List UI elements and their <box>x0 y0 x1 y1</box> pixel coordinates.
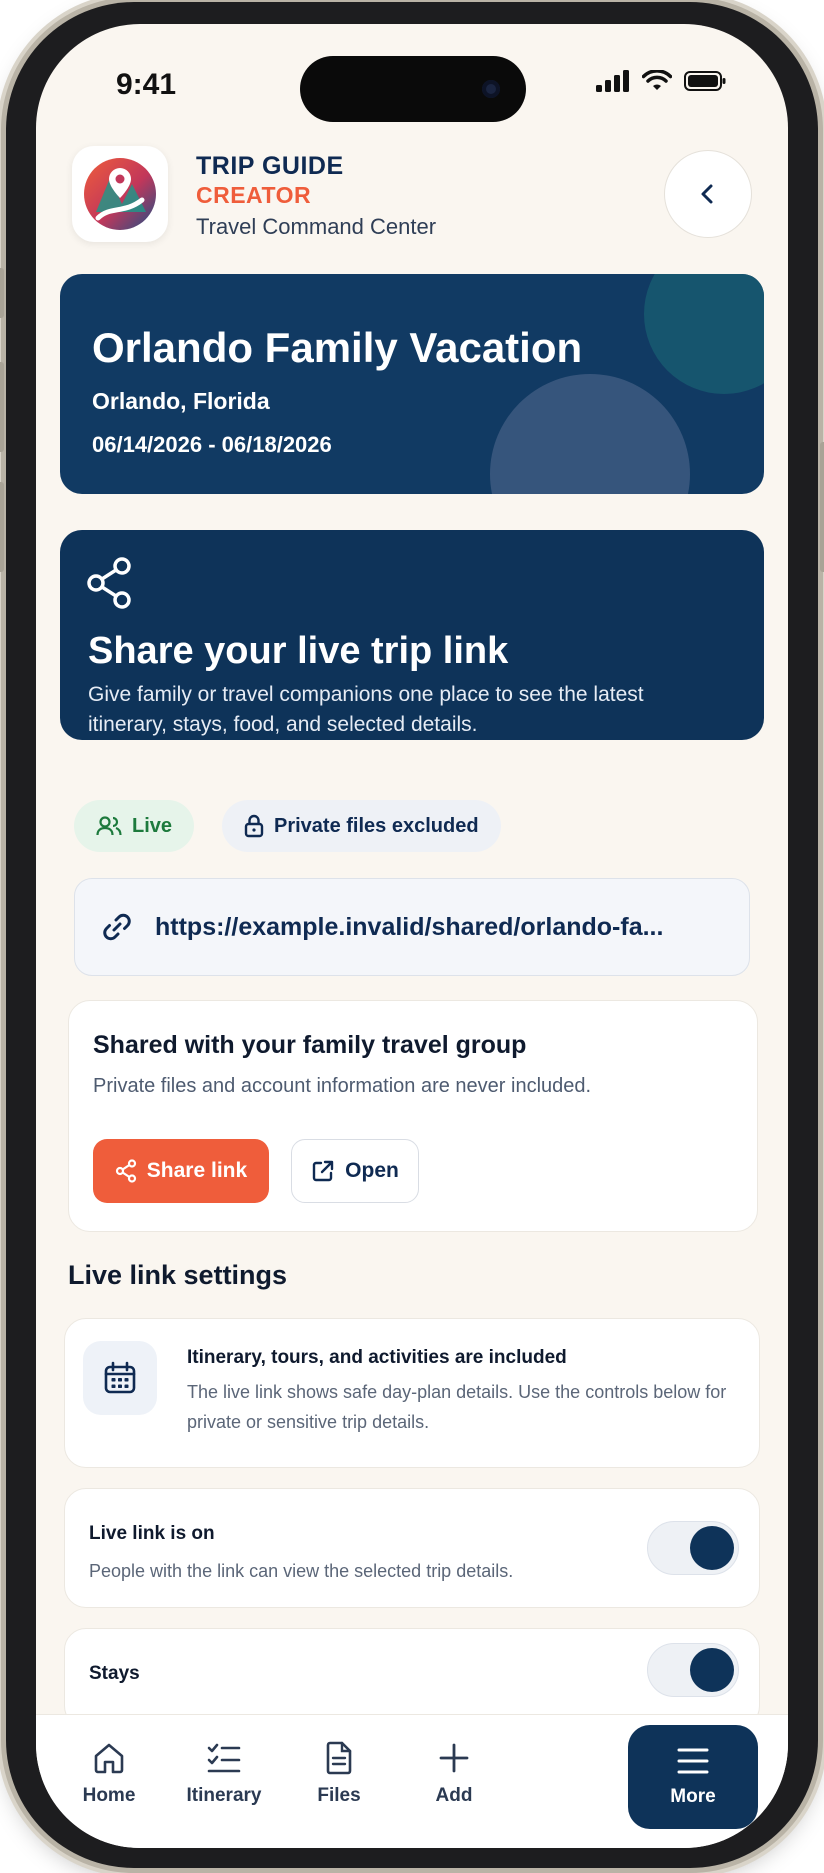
app-logo <box>72 146 168 242</box>
share-card-title: Share your live trip link <box>88 630 509 672</box>
screen: 9:41 TRIP GUIDE CREATOR Travel Command C… <box>36 24 788 1848</box>
camera-icon <box>482 80 500 98</box>
external-link-icon <box>312 1160 334 1182</box>
trip-hero-card: Orlando Family Vacation Orlando, Florida… <box>60 274 764 494</box>
share-live-link-card: Share your live trip link Give family or… <box>60 530 764 740</box>
nav-files-label: Files <box>317 1785 361 1806</box>
trip-title: Orlando Family Vacation <box>92 324 583 371</box>
nav-more-label: More <box>670 1786 716 1807</box>
nav-home[interactable]: Home <box>54 1741 164 1807</box>
share-card-description: Give family or travel companions one pla… <box>88 683 644 736</box>
nav-add[interactable]: Add <box>399 1741 509 1807</box>
header-tagline: Travel Command Center <box>196 214 437 239</box>
share-icon <box>87 557 131 609</box>
battery-icon <box>684 71 726 91</box>
private-badge-label: Private files excluded <box>274 814 479 837</box>
stays-setting-title: Stays <box>89 1663 140 1684</box>
open-link-button[interactable]: Open <box>291 1139 419 1203</box>
live-status-badge: Live <box>74 800 195 852</box>
nav-files[interactable]: Files <box>284 1741 394 1807</box>
share-link-label: Share link <box>146 1159 248 1182</box>
shared-group-title: Shared with your family travel group <box>93 1031 527 1059</box>
toggle-knob <box>690 1648 734 1692</box>
phone-frame: 9:41 TRIP GUIDE CREATOR Travel Command C… <box>0 2 824 1868</box>
info-title: Itinerary, tours, and activities are inc… <box>187 1347 567 1368</box>
trip-dates: 06/14/2026 - 06/18/2026 <box>92 432 332 457</box>
trip-location: Orlando, Florida <box>92 388 270 414</box>
file-icon <box>326 1741 352 1775</box>
chevron-left-icon <box>701 184 713 204</box>
shared-group-card: Shared with your family travel group Pri… <box>68 1000 758 1232</box>
status-icons <box>596 70 726 92</box>
app-header: TRIP GUIDE CREATOR Travel Command Center <box>72 146 752 242</box>
status-time: 9:41 <box>116 68 177 101</box>
brand-title: TRIP GUIDE <box>196 152 344 180</box>
signal-icon <box>596 70 629 92</box>
stays-setting-row: Stays <box>64 1628 760 1728</box>
status-bar: 9:41 <box>36 24 788 144</box>
brand-subtitle: CREATOR <box>196 182 312 208</box>
itinerary-included-card: Itinerary, tours, and activities are inc… <box>64 1318 760 1468</box>
map-pin-logo-icon <box>84 158 156 230</box>
back-button[interactable] <box>664 150 752 238</box>
live-badge-label: Live <box>132 814 173 837</box>
stays-toggle[interactable] <box>647 1643 739 1697</box>
lock-icon <box>244 814 264 838</box>
share-link-button[interactable]: Share link <box>93 1139 269 1203</box>
nav-add-label: Add <box>435 1785 473 1806</box>
power-button <box>820 442 824 572</box>
share-url-field[interactable]: https://example.invalid/shared/orlando-f… <box>74 878 750 976</box>
share-url-text: https://example.invalid/shared/orlando-f… <box>155 912 664 941</box>
toggle-knob <box>690 1526 734 1570</box>
live-link-toggle[interactable] <box>647 1521 739 1575</box>
bottom-navigation: Home Itinerary Files Add More <box>36 1714 788 1848</box>
info-description: The live link shows safe day-plan detail… <box>187 1382 727 1432</box>
volume-down-button <box>0 482 4 572</box>
plus-icon <box>439 1743 469 1773</box>
private-files-badge: Private files excluded <box>222 800 501 852</box>
nav-itinerary[interactable]: Itinerary <box>169 1741 279 1807</box>
live-link-setting-row: Live link is on People with the link can… <box>64 1488 760 1608</box>
live-link-setting-title: Live link is on <box>89 1523 215 1544</box>
home-icon <box>94 1743 124 1774</box>
live-link-setting-subtitle: People with the link can view the select… <box>89 1561 514 1581</box>
checklist-icon <box>207 1743 241 1773</box>
section-title: Live link settings <box>68 1260 288 1290</box>
nav-more[interactable]: More <box>628 1725 758 1829</box>
dynamic-island <box>300 56 526 122</box>
users-icon <box>96 816 122 836</box>
calendar-icon-tile <box>83 1341 157 1415</box>
nav-itinerary-label: Itinerary <box>186 1785 262 1806</box>
menu-icon <box>677 1748 709 1774</box>
action-button <box>0 268 4 318</box>
nav-home-label: Home <box>82 1785 136 1806</box>
decorative-circle <box>490 374 690 494</box>
decorative-circle <box>644 274 764 394</box>
volume-up-button <box>0 362 4 452</box>
wifi-icon <box>642 70 672 90</box>
link-icon <box>103 913 131 941</box>
shared-group-subtitle: Private files and account information ar… <box>93 1075 592 1097</box>
calendar-icon <box>104 1361 136 1394</box>
open-link-label: Open <box>345 1159 399 1182</box>
share-icon <box>115 1159 136 1183</box>
